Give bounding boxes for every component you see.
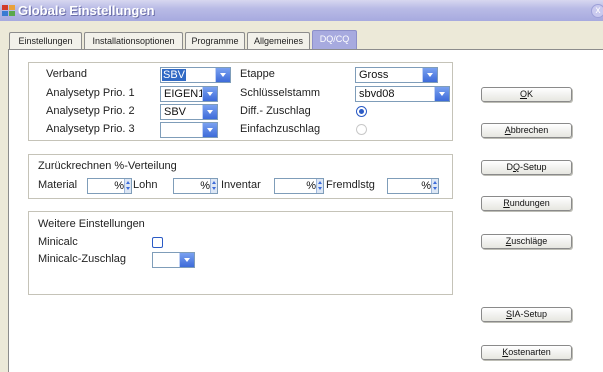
etappe-select[interactable]: Gross	[355, 67, 438, 83]
inventar-input[interactable]: %	[274, 178, 324, 194]
percent-symbol: %	[114, 180, 124, 192]
minicalc-label: Minicalc	[38, 236, 78, 248]
material-label: Material	[38, 179, 78, 191]
schluesselstamm-value: sbvd08	[359, 88, 395, 100]
ok-mnemonic: O	[519, 89, 527, 99]
ok-post: K	[527, 89, 534, 99]
tab-einstellungen[interactable]: Einstellungen	[9, 32, 82, 50]
kostenarten-post: ostenarten	[508, 347, 551, 357]
chevron-down-icon[interactable]	[422, 68, 437, 82]
minicalc-checkbox[interactable]	[152, 237, 163, 248]
analysetyp2-label: Analysetyp Prio. 2	[46, 105, 135, 117]
tab-dqcq[interactable]: DQ/CQ	[312, 30, 357, 50]
top-settings-group: Verband SBV Analysetyp Prio. 1 EIGEN1 An…	[28, 62, 453, 141]
zuschlaege-button[interactable]: Zuschläge	[481, 234, 572, 249]
weitere-title: Weitere Einstellungen	[38, 218, 145, 230]
chevron-down-icon[interactable]	[179, 253, 194, 267]
window-title: Globale Einstellungen	[18, 3, 155, 18]
minicalc-zuschlag-label: Minicalc-Zuschlag	[38, 253, 127, 265]
verteilung-group: Zurückrechnen %-Verteilung Material % Lo…	[28, 154, 453, 199]
kostenarten-button[interactable]: Kostenarten	[481, 345, 572, 360]
spinner-icon[interactable]	[124, 179, 131, 193]
verteilung-title: Zurückrechnen %-Verteilung	[38, 160, 177, 172]
title-bar[interactable]: Globale Einstellungen x	[0, 0, 603, 21]
schluesselstamm-select[interactable]: sbvd08	[355, 86, 450, 102]
minicalc-zuschlag-select[interactable]	[152, 252, 195, 268]
analysetyp1-value: EIGEN1	[164, 88, 205, 100]
spinner-icon[interactable]	[210, 179, 217, 193]
abbrechen-post: bbrechen	[510, 125, 549, 135]
percent-symbol: %	[306, 180, 316, 192]
rundungen-post: undungen	[509, 198, 550, 208]
lohn-label: Lohn	[133, 179, 158, 191]
tab-panel: Verband SBV Analysetyp Prio. 1 EIGEN1 An…	[8, 49, 603, 372]
chevron-down-icon[interactable]	[202, 123, 217, 137]
chevron-down-icon[interactable]	[434, 87, 449, 101]
diff-zuschlag-label: Diff.- Zuschlag	[240, 105, 311, 117]
sia-setup-button[interactable]: SIA-Setup	[481, 307, 572, 322]
analysetyp3-label: Analysetyp Prio. 3	[46, 123, 135, 135]
analysetyp1-select[interactable]: EIGEN1	[160, 86, 218, 102]
sia-setup-post: IA-Setup	[511, 309, 548, 319]
tab-programme[interactable]: Programme	[185, 32, 245, 50]
zuschlaege-post: uschläge	[511, 236, 548, 246]
app-icon	[2, 5, 15, 16]
spinner-icon[interactable]	[316, 179, 323, 193]
chevron-down-icon[interactable]	[215, 68, 230, 82]
analysetyp3-select[interactable]	[160, 122, 218, 138]
dq-setup-button[interactable]: DQ-Setup	[481, 160, 572, 175]
tab-allgemeines[interactable]: Allgemeines	[247, 32, 310, 50]
material-input[interactable]: %	[87, 178, 132, 194]
tab-installationsoptionen[interactable]: Installationsoptionen	[84, 32, 183, 50]
analysetyp2-value: SBV	[164, 106, 187, 118]
dq-setup-post: -Setup	[519, 162, 547, 172]
fremdlstg-label: Fremdlstg	[326, 179, 375, 191]
einfachzuschlag-label: Einfachzuschlag	[240, 123, 321, 135]
diff-zuschlag-radio[interactable]	[356, 106, 367, 117]
weitere-group: Weitere Einstellungen Minicalc Minicalc-…	[28, 211, 453, 295]
verband-label: Verband	[46, 68, 87, 80]
fremdlstg-input[interactable]: %	[387, 178, 439, 194]
etappe-label: Etappe	[240, 68, 275, 80]
chevron-down-icon[interactable]	[202, 87, 217, 101]
schluesselstamm-label: Schlüsselstamm	[240, 87, 321, 99]
verband-value: SBV	[162, 69, 187, 81]
close-button[interactable]: x	[591, 4, 603, 18]
dialog-window: Globale Einstellungen x Einstellungen In…	[0, 0, 603, 372]
rundungen-button[interactable]: Rundungen	[481, 196, 572, 211]
inventar-label: Inventar	[221, 179, 261, 191]
abbrechen-button[interactable]: Abbrechen	[481, 123, 572, 138]
analysetyp2-select[interactable]: SBV	[160, 104, 218, 120]
percent-symbol: %	[200, 180, 210, 192]
verband-select[interactable]: SBV	[160, 67, 231, 83]
einfachzuschlag-radio[interactable]	[356, 124, 367, 135]
ok-button[interactable]: OK	[481, 87, 572, 102]
spinner-icon[interactable]	[431, 179, 438, 193]
percent-symbol: %	[421, 180, 431, 192]
dq-setup-mnemonic: Q	[512, 162, 520, 172]
lohn-input[interactable]: %	[173, 178, 218, 194]
etappe-value: Gross	[359, 69, 389, 81]
chevron-down-icon[interactable]	[202, 105, 217, 119]
analysetyp1-label: Analysetyp Prio. 1	[46, 87, 135, 99]
